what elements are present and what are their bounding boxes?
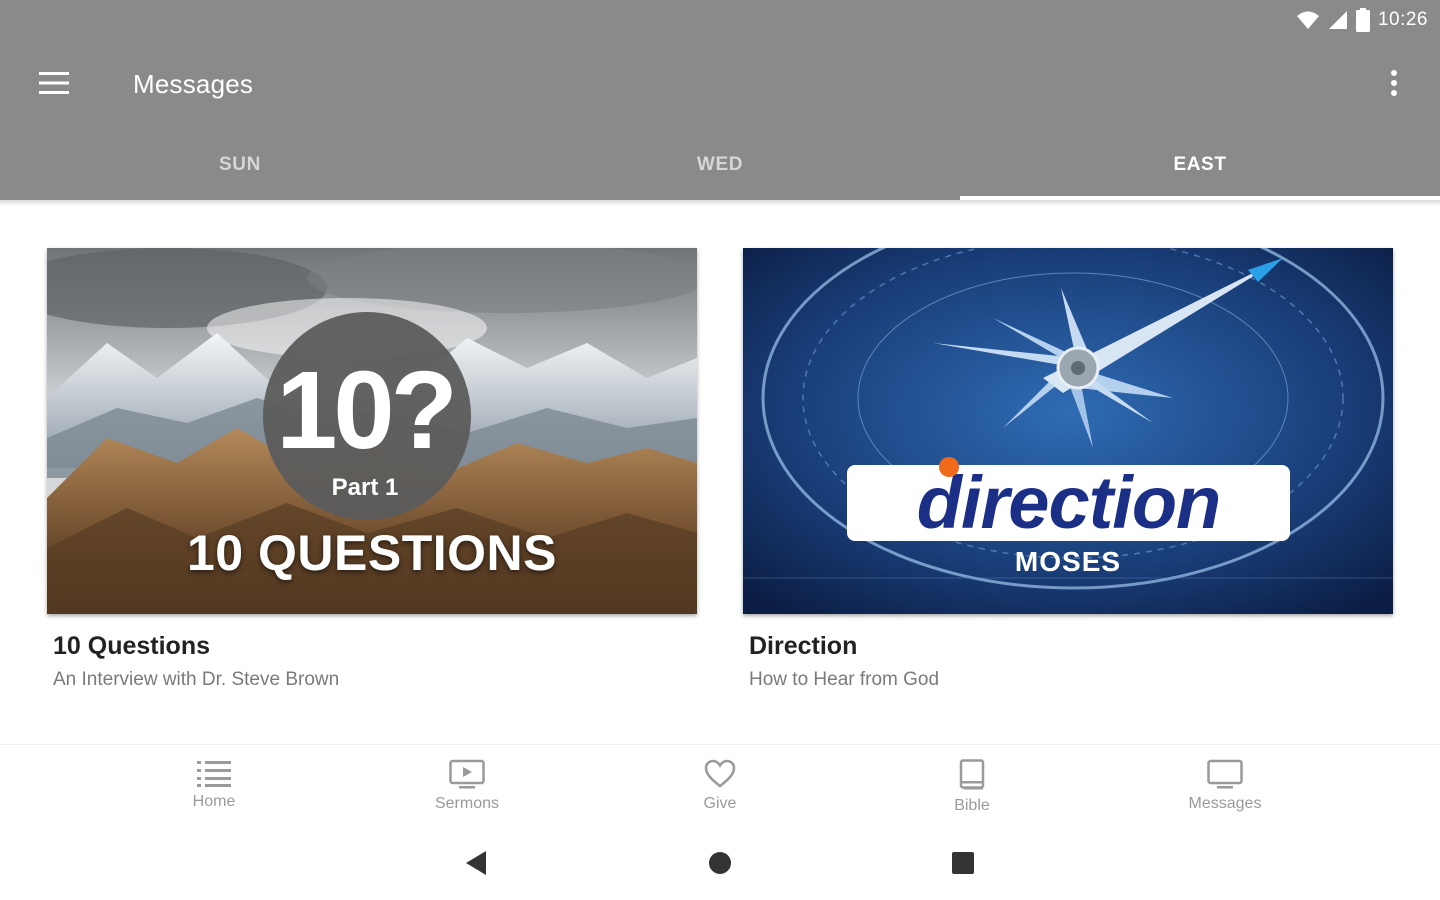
tab-bar: SUN WED EAST: [0, 130, 1440, 200]
status-icons: 10:26: [1296, 6, 1428, 34]
app-screen: 10:26 Messages SUN WED EAST 10? Part 1 1…: [0, 0, 1440, 900]
tab-sun[interactable]: SUN: [0, 130, 480, 200]
message-card-10-questions[interactable]: 10? Part 1 10 QUESTIONS 10 Questions An …: [47, 248, 697, 691]
card-thumbnail: 10? Part 1 10 QUESTIONS: [47, 248, 697, 614]
nav-item-home[interactable]: Home: [124, 745, 304, 831]
battery-icon: [1355, 8, 1370, 32]
thumbnail-badge-part: Part 1: [331, 474, 399, 501]
system-back-button[interactable]: [456, 848, 496, 882]
bottom-navigation: Home Sermons Give Bible Messages: [0, 744, 1440, 830]
nav-item-give[interactable]: Give: [630, 745, 810, 831]
card-subtitle: How to Hear from God: [749, 669, 940, 690]
nav-item-sermons[interactable]: Sermons: [377, 745, 557, 831]
system-recents-button[interactable]: [943, 848, 983, 882]
nav-label: Home: [192, 793, 236, 810]
recents-square-icon: [952, 851, 974, 879]
tab-east[interactable]: EAST: [960, 130, 1440, 200]
system-home-button[interactable]: [700, 848, 740, 882]
list-icon: [197, 759, 231, 787]
nav-label: Sermons: [434, 795, 500, 812]
status-time: 10:26: [1377, 9, 1428, 30]
play-screen-icon: [449, 759, 485, 789]
tab-wed[interactable]: WED: [480, 130, 960, 200]
more-vertical-icon: [1390, 69, 1398, 102]
overflow-menu-button[interactable]: [1370, 61, 1418, 109]
nav-label: Bible: [954, 797, 990, 814]
thumbnail-sub-text: MOSES: [1014, 546, 1122, 577]
card-title: Direction: [749, 632, 858, 660]
message-card-direction[interactable]: direction MOSES Direction How to Hear fr…: [743, 248, 1393, 691]
wifi-icon: [1296, 10, 1320, 30]
nav-label: Give: [703, 795, 737, 812]
nav-item-bible[interactable]: Bible: [882, 745, 1062, 831]
card-subtitle: An Interview with Dr. Steve Brown: [53, 669, 340, 690]
hamburger-menu-icon: [39, 71, 69, 99]
nav-item-messages[interactable]: Messages: [1135, 745, 1315, 831]
book-icon: [958, 759, 986, 791]
logo-dot-icon: [939, 457, 959, 477]
thumbnail-logo-word: direction: [847, 465, 1290, 541]
thumbnail-badge-number: 10?: [276, 349, 458, 472]
app-bar: 10:26 Messages SUN WED EAST: [0, 0, 1440, 200]
back-icon: [465, 850, 487, 881]
monitor-icon: [1207, 759, 1243, 789]
heart-icon: [704, 759, 736, 789]
card-thumbnail: direction MOSES: [743, 248, 1393, 614]
hamburger-menu-button[interactable]: [22, 61, 86, 109]
status-bar: 10:26: [0, 0, 1440, 40]
app-bar-shadow: [0, 200, 1440, 206]
cellular-signal-icon: [1328, 10, 1348, 30]
nav-label: Messages: [1188, 795, 1262, 812]
system-navigation-bar: [0, 830, 1440, 900]
page-title: Messages: [133, 69, 254, 99]
home-circle-icon: [708, 851, 732, 880]
toolbar: Messages: [0, 40, 1440, 130]
thumbnail-series-text: 10 QUESTIONS: [187, 525, 557, 581]
card-title: 10 Questions: [53, 632, 210, 660]
